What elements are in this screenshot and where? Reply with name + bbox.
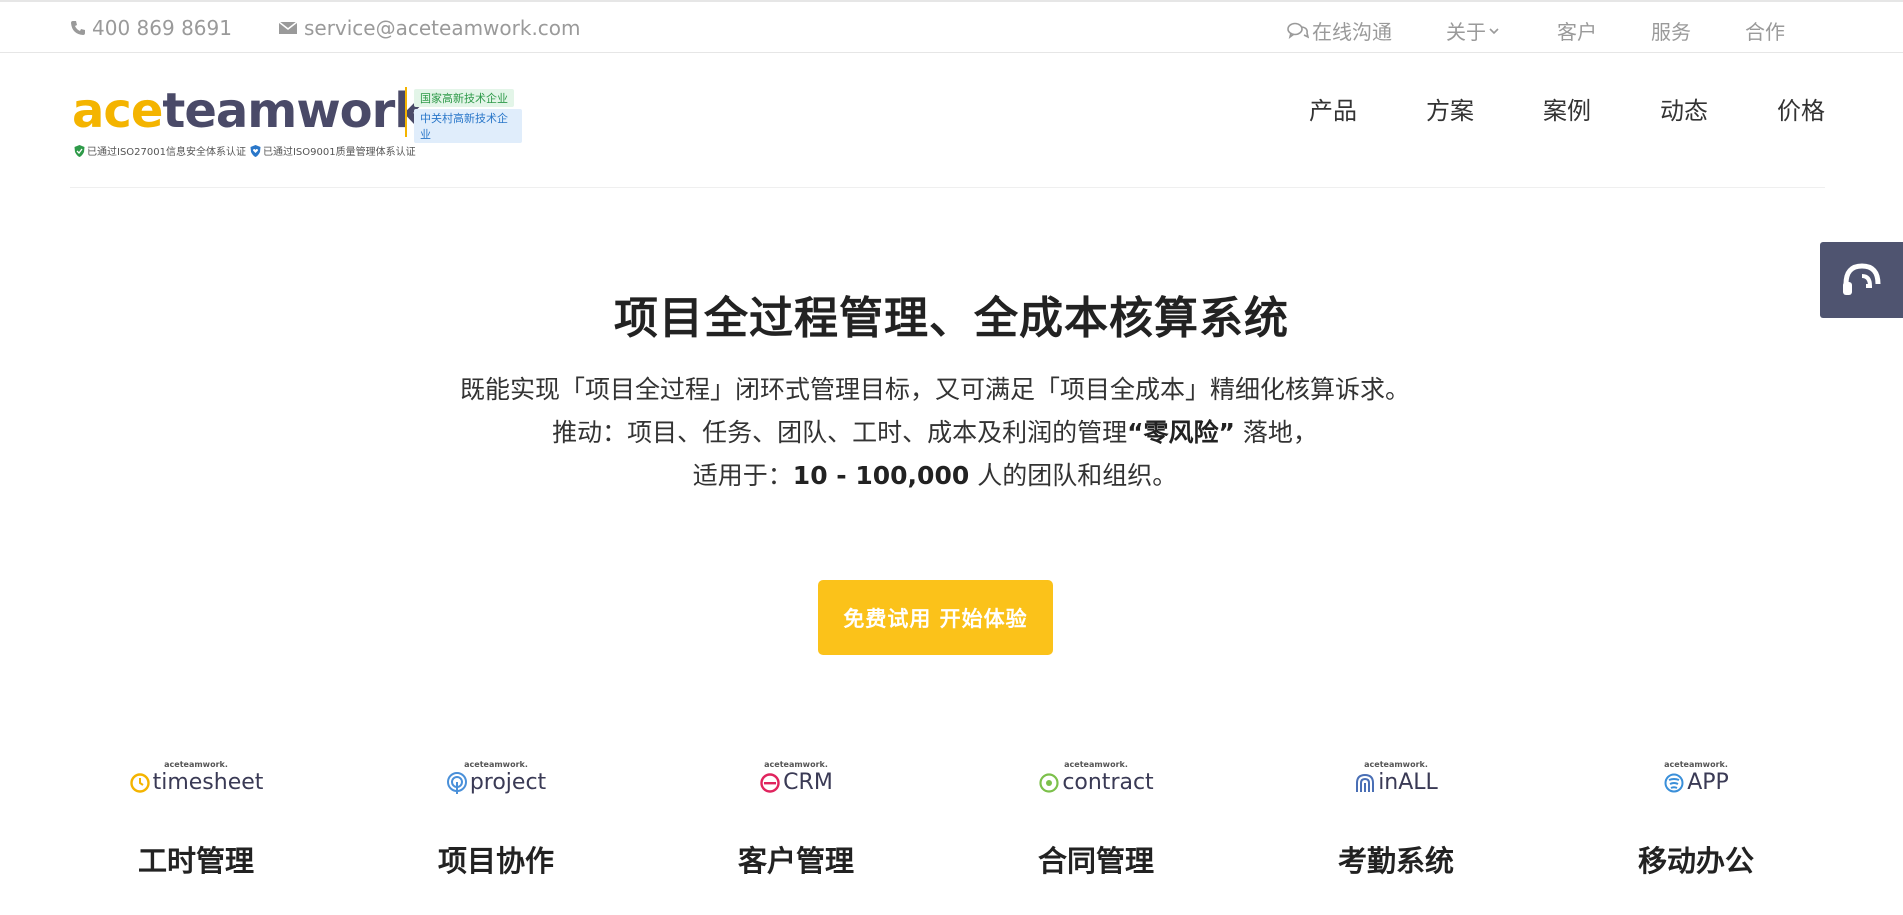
product-list: aceteamwork. timesheet 工时管理 aceteamwork.…	[0, 760, 1903, 915]
online-chat-label: 在线沟通	[1312, 20, 1392, 44]
product-brand: aceteamwork.	[764, 760, 828, 769]
chat-icon	[1287, 22, 1309, 39]
product-title: 项目协作	[437, 844, 554, 878]
nav-pricing[interactable]: 价格	[1777, 91, 1825, 126]
iso27001-cert: 已通过ISO27001信息安全体系认证	[87, 147, 246, 158]
product-name: timesheet	[152, 770, 264, 795]
product-brand: aceteamwork.	[1064, 760, 1128, 769]
product-timesheet[interactable]: aceteamwork. timesheet 工时管理	[96, 760, 296, 880]
email-address: service@aceteamwork.com	[303, 16, 581, 40]
line3-text: 适用于：	[692, 461, 793, 490]
brand-logo[interactable]: aceteamwork® 国家高新技术企业 中关村高新技术企业 已通过ISO27…	[72, 83, 522, 178]
line2-text: 推动：项目、任务、团队、工时、成本及利润的管理	[552, 418, 1128, 447]
product-inall[interactable]: aceteamwork. inALL 考勤系统	[1296, 760, 1496, 880]
product-name-row: CRM	[759, 770, 833, 796]
about-label: 关于	[1446, 20, 1486, 44]
hightech-badge: 国家高新技术企业	[414, 89, 514, 107]
logo-divider	[405, 87, 407, 137]
contract-ring-icon	[1039, 773, 1059, 793]
zgc-badge: 中关村高新技术企业	[414, 109, 522, 143]
crm-ring-icon	[760, 773, 780, 793]
product-name-row: inALL	[1354, 770, 1438, 796]
certifications: 已通过ISO27001信息安全体系认证 已通过ISO9001质量管理体系认证	[74, 143, 416, 158]
main-header: aceteamwork® 国家高新技术企业 中关村高新技术企业 已通过ISO27…	[0, 53, 1903, 188]
product-name: contract	[1062, 770, 1154, 795]
shield-check-icon	[74, 144, 85, 157]
services-link[interactable]: 服务	[1651, 16, 1691, 45]
online-chat-link[interactable]: 在线沟通	[1287, 16, 1392, 45]
line3-end: 人的团队和组织。	[969, 461, 1178, 490]
nav-cases[interactable]: 案例	[1543, 91, 1591, 126]
team-size-emphasis: 10 - 100,000	[792, 461, 970, 490]
product-logo: aceteamwork. inALL	[1296, 760, 1496, 808]
logo-wordmark: aceteamwork®	[72, 83, 438, 152]
app-signal-icon	[1664, 773, 1684, 793]
product-name: APP	[1687, 770, 1729, 795]
line2-end: 落地，	[1234, 418, 1318, 447]
product-name-row: timesheet	[129, 770, 264, 796]
envelope-icon	[278, 21, 298, 34]
product-logo: aceteamwork. CRM	[696, 760, 896, 808]
product-logo: aceteamwork. APP	[1596, 760, 1796, 808]
product-brand: aceteamwork.	[164, 760, 228, 769]
product-logo: aceteamwork. timesheet	[96, 760, 296, 808]
product-brand: aceteamwork.	[464, 760, 528, 769]
hero-title: 项目全过程管理、全成本核算系统	[614, 293, 1289, 344]
product-title: 移动办公	[1637, 844, 1754, 878]
top-utility-bar: 400 869 8691 service@aceteamwork.com 在线沟…	[0, 0, 1903, 53]
phone-number: 400 869 8691	[92, 16, 232, 40]
iso9001-cert: 已通过ISO9001质量管理体系认证	[262, 147, 416, 158]
product-name-row: APP	[1663, 770, 1729, 796]
product-title: 工时管理	[137, 844, 254, 878]
phone-link[interactable]: 400 869 8691	[70, 16, 232, 40]
header-divider	[70, 187, 1825, 188]
product-title: 考勤系统	[1337, 844, 1454, 878]
phone-icon	[71, 21, 85, 35]
main-nav: 产品 方案 案例 动态 价格	[1240, 91, 1825, 126]
clock-icon	[129, 773, 150, 793]
product-name-row: project	[446, 770, 546, 796]
services-label: 服务	[1651, 20, 1691, 44]
hero-description-line3: 适用于：10 - 100,000 人的团队和组织。	[0, 456, 1870, 492]
product-title: 客户管理	[737, 844, 854, 878]
product-brand: aceteamwork.	[1364, 760, 1428, 769]
nav-news[interactable]: 动态	[1660, 91, 1708, 126]
email-link[interactable]: service@aceteamwork.com	[278, 16, 581, 40]
product-logo: aceteamwork. project	[396, 760, 596, 808]
product-title: 合同管理	[1037, 844, 1154, 878]
product-app[interactable]: aceteamwork. APP 移动办公	[1596, 760, 1796, 880]
product-logo: aceteamwork. contract	[996, 760, 1196, 808]
product-crm[interactable]: aceteamwork. CRM 客户管理	[696, 760, 896, 880]
project-pin-icon	[446, 772, 467, 794]
fingerprint-icon	[1356, 773, 1375, 792]
about-menu[interactable]: 关于	[1446, 16, 1503, 45]
product-contract[interactable]: aceteamwork. contract 合同管理	[996, 760, 1196, 880]
chevron-down-icon	[1489, 27, 1499, 34]
nav-products[interactable]: 产品	[1309, 91, 1357, 126]
customers-label: 客户	[1557, 20, 1597, 44]
customers-link[interactable]: 客户	[1557, 16, 1597, 45]
partners-label: 合作	[1745, 20, 1785, 44]
zero-risk-emphasis: “零风险”	[1127, 418, 1235, 447]
product-name-row: contract	[1038, 770, 1154, 796]
product-name: CRM	[783, 770, 833, 795]
hero-description-line1: 既能实现「项目全过程」闭环式管理目标，又可满足「项目全成本」精细化核算诉求。	[459, 375, 1410, 404]
hero-description-line2: 推动：项目、任务、团队、工时、成本及利润的管理“零风险” 落地，	[0, 413, 1870, 449]
product-project[interactable]: aceteamwork. project 项目协作	[396, 760, 596, 880]
nav-solutions[interactable]: 方案	[1426, 91, 1474, 126]
logo-teamwork: teamwork	[162, 83, 426, 139]
product-name: inALL	[1378, 770, 1438, 795]
product-brand: aceteamwork.	[1664, 760, 1728, 769]
partners-link[interactable]: 合作	[1745, 16, 1785, 45]
free-trial-button[interactable]: 免费试用 开始体验	[818, 580, 1053, 655]
product-name: project	[469, 770, 547, 795]
logo-ace: ace	[72, 83, 163, 139]
heart-shield-icon	[250, 144, 261, 157]
